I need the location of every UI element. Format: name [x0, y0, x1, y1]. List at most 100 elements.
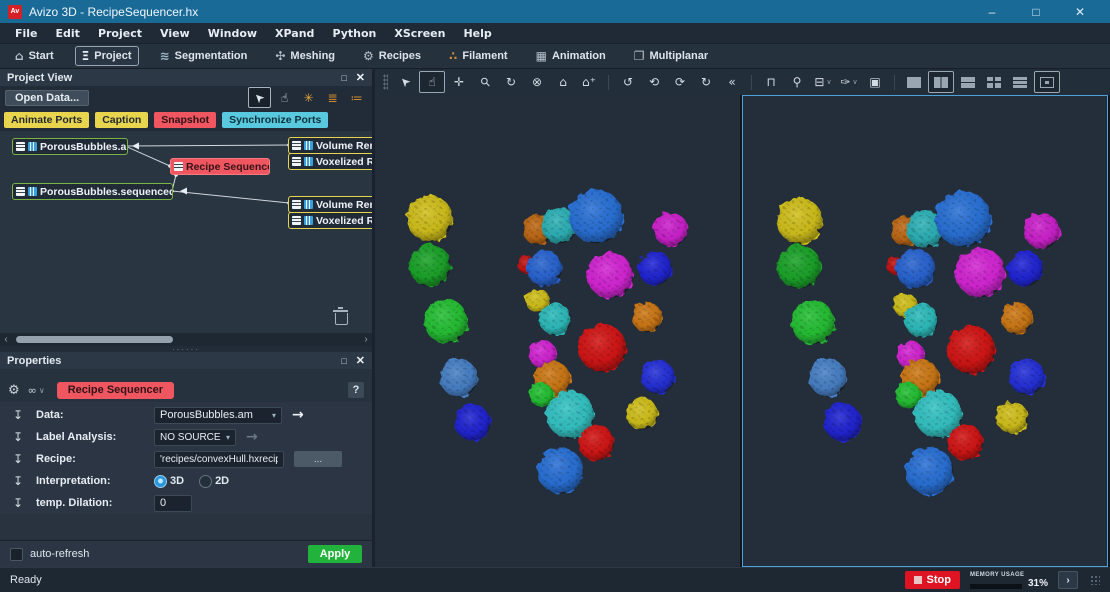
scroll-right-icon[interactable]: ›: [360, 334, 372, 345]
module-toggle-icon[interactable]: [174, 162, 183, 171]
pin-icon[interactable]: ↧: [0, 452, 36, 466]
toolbar-drag-handle[interactable]: [383, 74, 388, 90]
menu-item-python[interactable]: Python: [323, 27, 385, 40]
interaction-trace-tool[interactable]: ✳: [298, 88, 319, 107]
node-graph-area[interactable]: PorousBubbles.am › Recipe Sequencer › Po…: [0, 131, 372, 333]
menu-item-xpand[interactable]: XPand: [266, 27, 323, 40]
viewer-pane-left[interactable]: [375, 95, 740, 567]
module-badge[interactable]: Recipe Sequencer: [57, 382, 174, 399]
clip-toggle-icon[interactable]: [28, 142, 37, 151]
rotate-y-cw-button[interactable]: ↻: [694, 72, 718, 92]
open-data-button[interactable]: Open Data...: [5, 90, 89, 106]
ribbon-tab-filament[interactable]: ∴Filament: [442, 46, 515, 66]
viewer-toggle-icon[interactable]: [292, 141, 301, 150]
menu-item-window[interactable]: Window: [199, 27, 266, 40]
measure-tool[interactable]: ⊓: [759, 72, 783, 92]
link-icon[interactable]: ∞: [28, 384, 37, 397]
pipette-tool[interactable]: ✑∨: [837, 72, 861, 92]
port-button-caption[interactable]: Caption: [95, 112, 148, 128]
select-cursor-tool[interactable]: ➤: [393, 72, 417, 92]
ribbon-tab-recipes[interactable]: ⚙Recipes: [356, 46, 428, 66]
recipe-path-input[interactable]: 'recipes/convexHull.hxrecipe: [154, 451, 284, 468]
console-toggle-button[interactable]: ›: [1058, 571, 1078, 589]
node-porousbubbles-am[interactable]: PorousBubbles.am ›: [12, 138, 128, 155]
ribbon-tab-animation[interactable]: ▦Animation: [529, 46, 613, 66]
auto-refresh-checkbox[interactable]: [10, 548, 23, 561]
translate-tool[interactable]: ✛: [447, 72, 471, 92]
pin-icon[interactable]: ↧: [0, 430, 36, 444]
layout-three-rows-button[interactable]: [1008, 72, 1032, 92]
pin-icon[interactable]: ↧: [0, 496, 36, 510]
ribbon-tab-start[interactable]: ⌂Start: [8, 46, 61, 66]
viewer-toggle-icon[interactable]: [16, 187, 25, 196]
rotate-x-cw-button[interactable]: ⟲: [642, 72, 666, 92]
rotate-x-ccw-button[interactable]: ↺: [616, 72, 640, 92]
resize-grip[interactable]: [1090, 575, 1100, 585]
chevron-down-icon[interactable]: ∨: [39, 386, 45, 395]
select-cursor-tool[interactable]: ➤: [248, 87, 271, 108]
pin-icon[interactable]: ↧: [0, 474, 36, 488]
node-volume-rendering-top[interactable]: Volume Rende: [288, 137, 372, 154]
radio-2d[interactable]: [199, 475, 212, 488]
close-button[interactable]: ✕: [1058, 5, 1102, 19]
menu-item-edit[interactable]: Edit: [47, 27, 89, 40]
trash-icon[interactable]: [335, 313, 348, 325]
node-voxelized-rendering-bottom[interactable]: Voxelized Ren: [288, 212, 372, 229]
probe-key-tool[interactable]: ⚲: [785, 72, 809, 92]
viewer-toggle-icon[interactable]: [292, 200, 301, 209]
ruler-tool[interactable]: ⊟∨: [811, 72, 835, 92]
data-select[interactable]: PorousBubbles.am ▾: [154, 407, 282, 424]
dilation-input[interactable]: 0: [154, 495, 192, 512]
node-volume-rendering-bottom[interactable]: Volume Rende: [288, 196, 372, 213]
minimize-button[interactable]: –: [970, 5, 1014, 19]
pan-hand-tool[interactable]: ☝: [419, 71, 445, 93]
layout-custom-button[interactable]: [1034, 71, 1060, 93]
ribbon-tab-project[interactable]: ΞProject: [75, 46, 139, 66]
snapshot-camera-button[interactable]: ▣: [863, 72, 887, 92]
node-voxelized-rendering-top[interactable]: Voxelized Rend: [288, 153, 372, 170]
viewer-pane-right[interactable]: [742, 95, 1109, 567]
apply-button[interactable]: Apply: [308, 545, 362, 563]
menu-item-view[interactable]: View: [151, 27, 199, 40]
menu-item-project[interactable]: Project: [89, 27, 151, 40]
rotate-tool[interactable]: ↻: [499, 72, 523, 92]
layout-quad-button[interactable]: [982, 72, 1006, 92]
menu-item-xscreen[interactable]: XScreen: [385, 27, 454, 40]
layout-two-columns-button[interactable]: [928, 71, 954, 93]
gear-icon[interactable]: ⚙: [8, 383, 20, 398]
radio-3d[interactable]: [154, 475, 167, 488]
pan-hand-tool[interactable]: ☝: [274, 88, 295, 107]
clip-toggle-icon[interactable]: [304, 141, 313, 150]
ribbon-tab-multiplanar[interactable]: ❐Multiplanar: [627, 46, 715, 66]
menu-item-file[interactable]: File: [6, 27, 47, 40]
layout-two-rows-button[interactable]: [956, 72, 980, 92]
tree-view-tool[interactable]: ≣: [322, 88, 343, 107]
label-analysis-select[interactable]: NO SOURCE ▾: [154, 429, 236, 446]
menu-item-help[interactable]: Help: [454, 27, 500, 40]
port-button-synchronize-ports[interactable]: Synchronize Ports: [222, 112, 328, 128]
stop-button[interactable]: Stop: [905, 571, 960, 589]
close-panel-icon[interactable]: ✕: [356, 354, 365, 367]
viewer-toggle-icon[interactable]: [16, 142, 25, 151]
node-recipe-sequencer[interactable]: Recipe Sequencer ›: [170, 158, 270, 175]
connect-arrow-icon[interactable]: →: [292, 407, 304, 423]
rotate-y-ccw-button[interactable]: ⟳: [668, 72, 692, 92]
horizontal-scrollbar[interactable]: ‹ ›: [0, 333, 372, 346]
clip-toggle-icon[interactable]: [304, 200, 313, 209]
list-view-tool[interactable]: ≔: [346, 88, 367, 107]
layout-single-view-button[interactable]: [902, 72, 926, 92]
port-button-snapshot[interactable]: Snapshot: [154, 112, 216, 128]
clip-toggle-icon[interactable]: [304, 216, 313, 225]
port-button-animate-ports[interactable]: Animate Ports: [4, 112, 89, 128]
scrollbar-thumb[interactable]: [16, 336, 173, 343]
viewer-toggle-icon[interactable]: [292, 216, 301, 225]
close-panel-icon[interactable]: ✕: [356, 71, 365, 84]
node-porousbubbles-sequenced[interactable]: PorousBubbles.sequenced* ›: [12, 183, 173, 200]
clip-toggle-icon[interactable]: [28, 187, 37, 196]
ribbon-tab-segmentation[interactable]: ≋Segmentation: [153, 46, 255, 66]
seek-tool[interactable]: ⊗: [525, 72, 549, 92]
clip-toggle-icon[interactable]: [304, 157, 313, 166]
float-panel-icon[interactable]: □: [341, 356, 346, 366]
browse-recipe-button[interactable]: ...: [294, 451, 342, 467]
collapse-toolbar-button[interactable]: «: [720, 72, 744, 92]
